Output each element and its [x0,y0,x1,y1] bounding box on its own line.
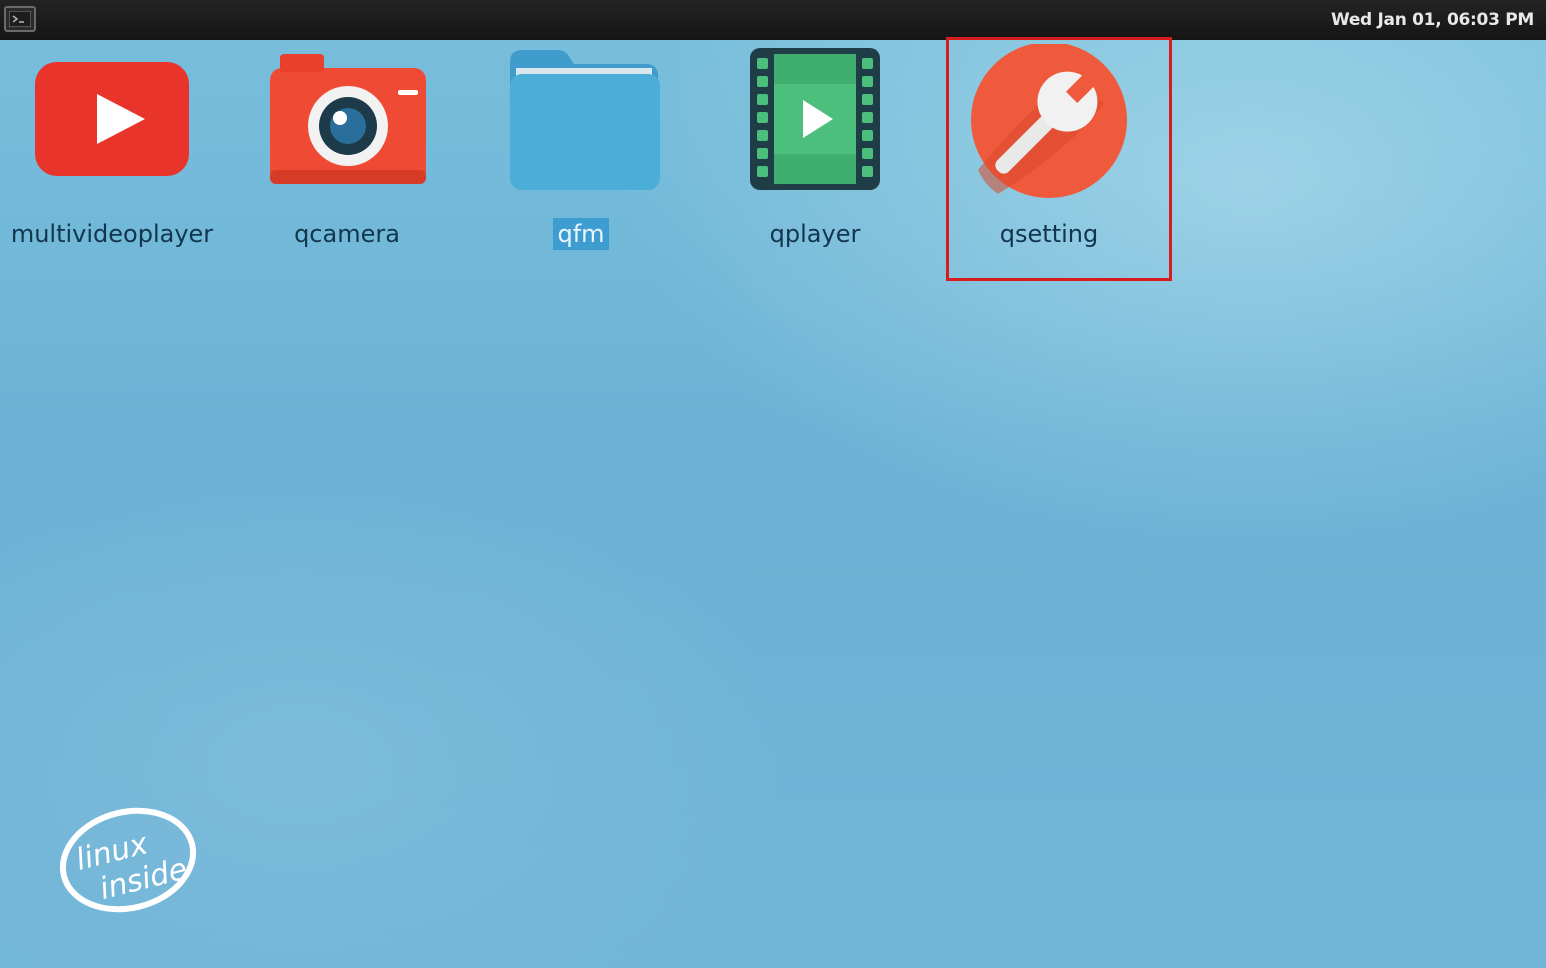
film-play-icon [730,44,900,204]
terminal-icon[interactable] [4,6,36,32]
app-qcamera[interactable]: qcamera [232,44,462,274]
app-qfm[interactable]: qfm [466,44,696,274]
app-label: qplayer [769,220,861,248]
app-label: qfm [553,218,609,250]
clock: Wed Jan 01, 06:03 PM [1330,10,1534,30]
app-label: multivideoplayer [10,220,214,248]
app-multivideoplayer[interactable]: multivideoplayer [0,44,227,274]
youtube-play-icon [27,44,197,204]
app-qplayer[interactable]: qplayer [700,44,930,274]
app-label: qcamera [294,220,400,248]
top-panel: Wed Jan 01, 06:03 PM [0,0,1546,40]
selection-highlight-box [946,37,1172,281]
camera-icon [262,44,432,204]
folder-icon [496,44,666,204]
linux-inside-logo: linux inside [58,800,203,920]
